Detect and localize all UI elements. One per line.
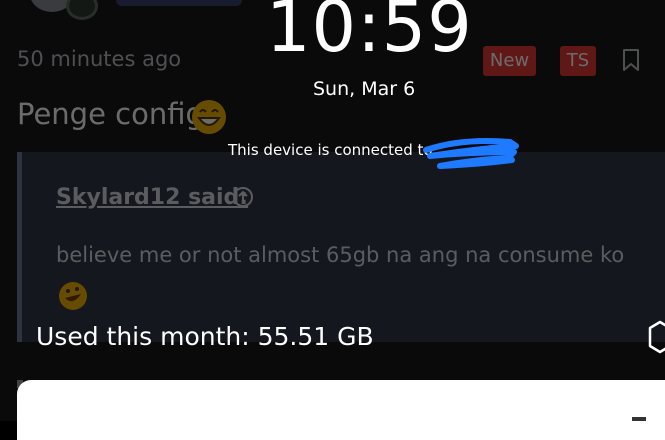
ts-badge: TS <box>560 46 596 76</box>
username-bar[interactable] <box>116 0 242 6</box>
bottom-sheet[interactable] <box>17 380 665 440</box>
avatar-status-badge <box>66 0 98 20</box>
data-usage-label: Used this month: 55.51 GB <box>36 322 374 351</box>
redaction-scribble <box>423 138 519 169</box>
bookmark-icon[interactable] <box>621 48 641 72</box>
thread-title: Penge config <box>17 97 204 131</box>
grinning-emoji-icon <box>192 100 226 134</box>
sheet-handle-icon <box>632 417 646 421</box>
shield-icon[interactable] <box>648 320 665 354</box>
arrow-up-circle-icon[interactable] <box>232 186 254 208</box>
quote-author-link[interactable]: Skylard12 said: <box>56 185 248 210</box>
new-badge: New <box>483 46 536 76</box>
connection-status: This device is connected to <box>228 141 433 159</box>
clock-date: Sun, Mar 6 <box>313 78 416 100</box>
rofl-emoji-icon <box>59 282 87 310</box>
post-timestamp: 50 minutes ago <box>17 47 182 71</box>
quote-text: believe me or not almost 65gb na ang na … <box>56 243 625 267</box>
clock-time: 10:59 <box>266 0 473 68</box>
